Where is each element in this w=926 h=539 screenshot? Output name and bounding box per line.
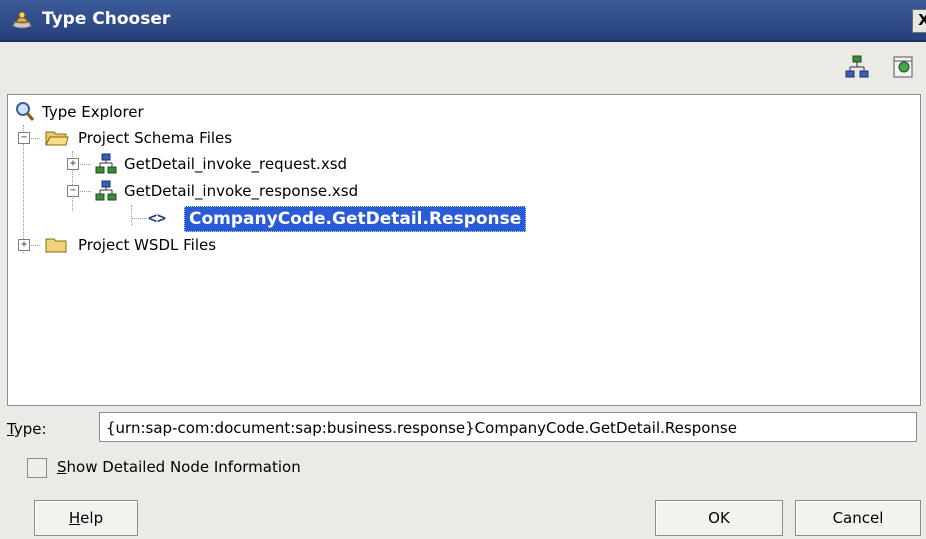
import-schema-button[interactable] bbox=[891, 54, 917, 80]
ok-button[interactable]: OK bbox=[655, 500, 783, 536]
schema-tree-button[interactable] bbox=[844, 54, 870, 80]
type-field[interactable]: {urn:sap-com:document:sap:business.respo… bbox=[99, 412, 917, 442]
help-button[interactable]: Help bbox=[34, 500, 138, 536]
collapse-toggle-schema-files[interactable]: − bbox=[18, 132, 30, 144]
element-icon: <> bbox=[148, 209, 167, 227]
tree-label: Project WSDL Files bbox=[78, 236, 217, 254]
type-row: Type: {urn:sap-com:document:sap:business… bbox=[7, 412, 919, 446]
type-label: Type: bbox=[7, 420, 47, 438]
tree-label: Type Explorer bbox=[42, 103, 144, 121]
folder-icon bbox=[45, 238, 67, 253]
expand-toggle-request-xsd[interactable]: + bbox=[67, 158, 79, 170]
schema-icon bbox=[95, 153, 117, 174]
tree-label: Project Schema Files bbox=[78, 129, 233, 147]
expand-toggle-wsdl-files[interactable]: + bbox=[18, 239, 30, 251]
show-detailed-label: Show Detailed Node Information bbox=[57, 458, 301, 476]
app-icon bbox=[12, 11, 32, 29]
open-folder-icon bbox=[45, 131, 69, 146]
close-button[interactable]: X bbox=[912, 9, 926, 33]
show-detailed-checkbox[interactable] bbox=[27, 458, 47, 478]
close-icon: X bbox=[918, 11, 926, 29]
window-title: Type Chooser bbox=[42, 9, 171, 29]
cancel-button[interactable]: Cancel bbox=[795, 500, 921, 536]
tree-label: GetDetail_invoke_response.xsd bbox=[124, 182, 359, 200]
type-explorer-tree[interactable]: Type Explorer − Project Schema Files + G… bbox=[7, 94, 921, 406]
schema-icon bbox=[95, 180, 117, 201]
tree-label: GetDetail_invoke_request.xsd bbox=[124, 155, 348, 173]
collapse-toggle-response-xsd[interactable]: − bbox=[67, 185, 79, 197]
title-bar: Type Chooser X bbox=[0, 0, 926, 42]
import-schema-icon bbox=[893, 56, 913, 78]
selected-tree-label: CompanyCode.GetDetail.Response bbox=[184, 206, 527, 232]
search-icon bbox=[16, 102, 35, 121]
schema-tree-icon bbox=[845, 55, 869, 78]
